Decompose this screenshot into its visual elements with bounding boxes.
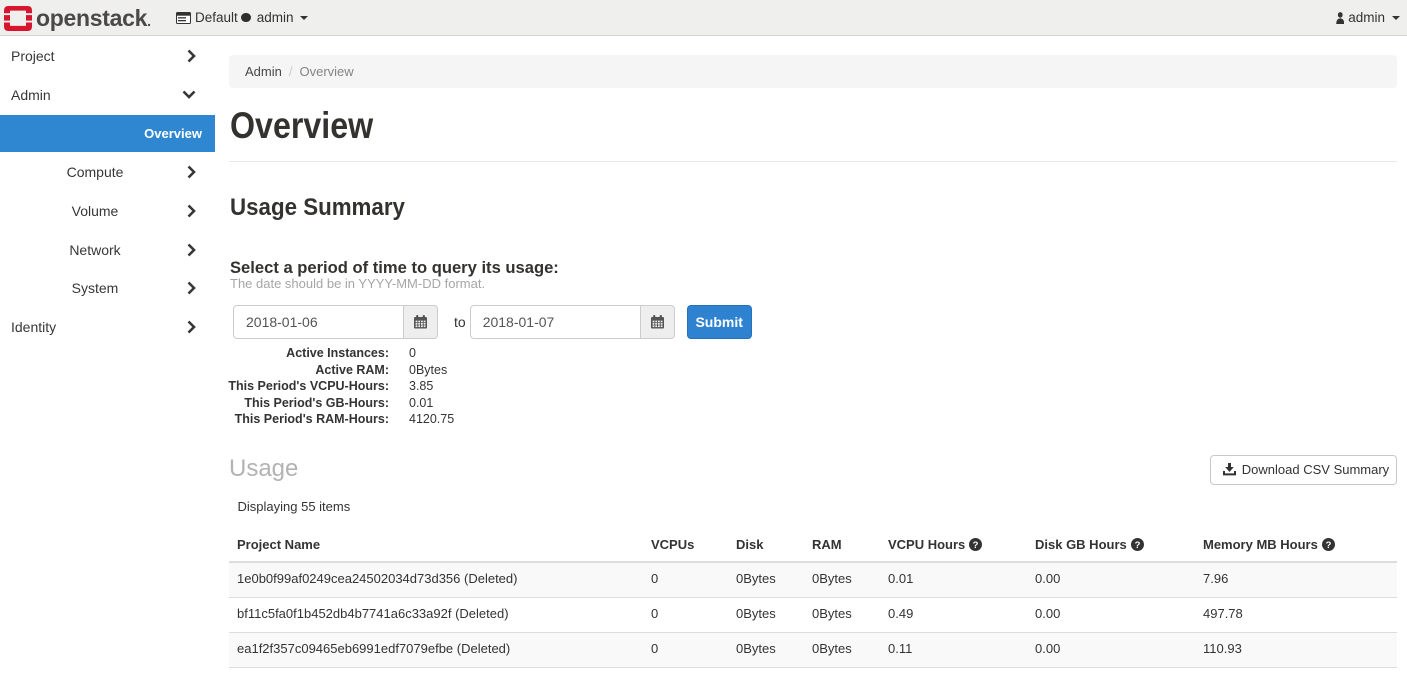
svg-text:?: ? (1134, 539, 1140, 550)
svg-text:?: ? (973, 539, 979, 550)
svg-text:?: ? (1325, 539, 1331, 550)
